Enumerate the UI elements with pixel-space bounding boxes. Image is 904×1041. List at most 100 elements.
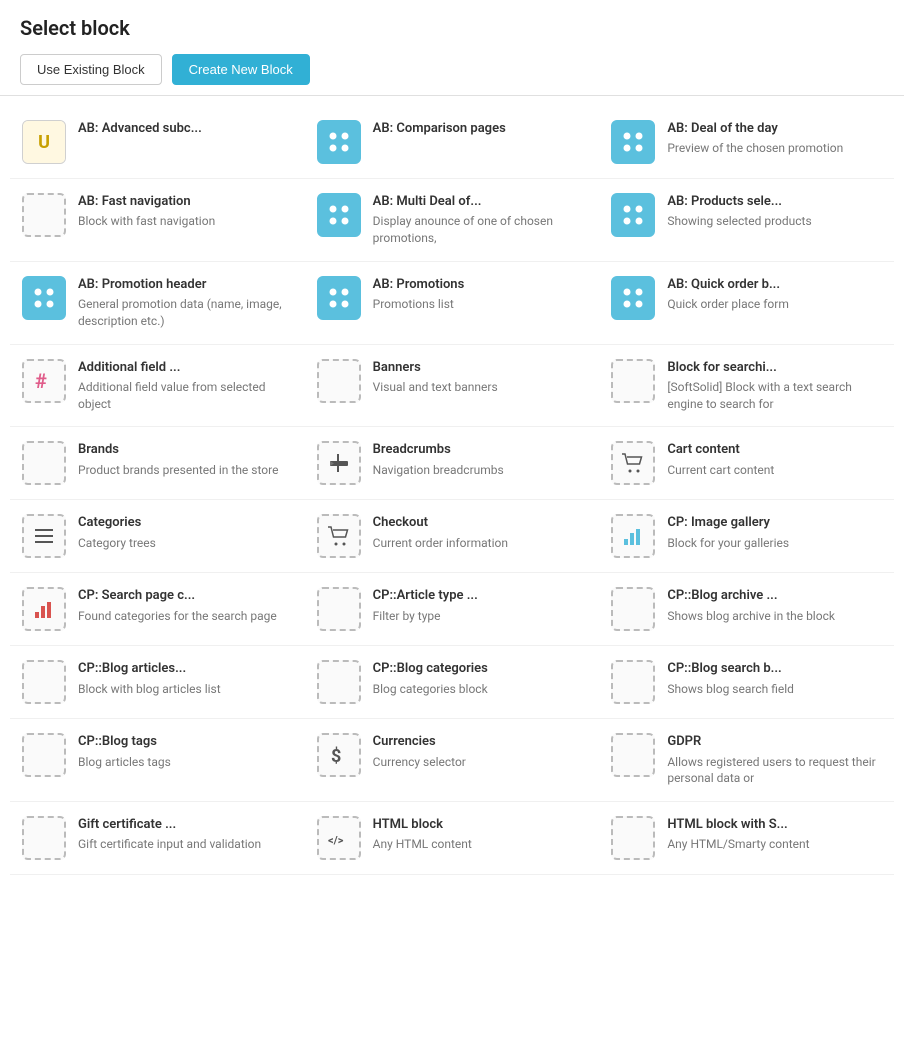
block-desc-cp-blog-search: Shows blog search field bbox=[667, 681, 794, 698]
block-icon-ab-quick-order bbox=[611, 276, 655, 320]
block-item-ab-quick-order[interactable]: AB: Quick order b... Quick order place f… bbox=[599, 262, 894, 345]
svg-text:</>: </> bbox=[328, 834, 344, 847]
block-item-ab-promo-header[interactable]: AB: Promotion header General promotion d… bbox=[10, 262, 305, 345]
block-icon-ab-advanced: U bbox=[22, 120, 66, 164]
block-icon-gdpr bbox=[611, 733, 655, 777]
block-name-cart-content: Cart content bbox=[667, 441, 774, 459]
block-item-brands[interactable]: Brands Product brands presented in the s… bbox=[10, 427, 305, 500]
block-desc-brands: Product brands presented in the store bbox=[78, 462, 278, 479]
block-desc-currencies: Currency selector bbox=[373, 754, 466, 771]
use-existing-button[interactable]: Use Existing Block bbox=[20, 54, 162, 85]
blocks-grid: U AB: Advanced subc... AB: Comparison pa… bbox=[0, 96, 904, 885]
block-item-cart-content[interactable]: Cart content Current cart content bbox=[599, 427, 894, 500]
svg-text:#: # bbox=[35, 369, 47, 393]
block-name-categories: Categories bbox=[78, 514, 156, 532]
block-desc-ab-products: Showing selected products bbox=[667, 213, 811, 230]
block-icon-html-block-smarty bbox=[611, 816, 655, 860]
block-desc-cp-blog-archive: Shows blog archive in the block bbox=[667, 608, 835, 625]
block-name-ab-fast-nav: AB: Fast navigation bbox=[78, 193, 215, 211]
block-name-currencies: Currencies bbox=[373, 733, 466, 751]
block-name-html-block-smarty: HTML block with S... bbox=[667, 816, 809, 834]
block-item-html-block[interactable]: </> HTML block Any HTML content bbox=[305, 802, 600, 875]
block-item-cp-article-type[interactable]: CP::Article type ... Filter by type bbox=[305, 573, 600, 646]
block-icon-cp-article-type bbox=[317, 587, 361, 631]
block-item-ab-fast-nav[interactable]: AB: Fast navigation Block with fast navi… bbox=[10, 179, 305, 262]
block-desc-cp-blog-categories: Blog categories block bbox=[373, 681, 488, 698]
block-icon-banners bbox=[317, 359, 361, 403]
block-item-categories[interactable]: Categories Category trees bbox=[10, 500, 305, 573]
block-name-ab-multi-deal: AB: Multi Deal of... bbox=[373, 193, 588, 211]
page-header: Select block Use Existing Block Create N… bbox=[0, 0, 904, 96]
block-item-cp-image-gallery[interactable]: CP: Image gallery Block for your galleri… bbox=[599, 500, 894, 573]
block-icon-brands bbox=[22, 441, 66, 485]
block-desc-breadcrumbs: Navigation breadcrumbs bbox=[373, 462, 504, 479]
block-name-gift-certificate: Gift certificate ... bbox=[78, 816, 261, 834]
block-name-ab-deal: AB: Deal of the day bbox=[667, 120, 843, 138]
block-name-cp-blog-articles: CP::Blog articles... bbox=[78, 660, 221, 678]
block-desc-ab-promo-header: General promotion data (name, image, des… bbox=[78, 296, 293, 330]
block-item-ab-promotions[interactable]: AB: Promotions Promotions list bbox=[305, 262, 600, 345]
block-icon-checkout bbox=[317, 514, 361, 558]
block-desc-cp-blog-articles: Block with blog articles list bbox=[78, 681, 221, 698]
block-icon-cp-image-gallery bbox=[611, 514, 655, 558]
block-item-gdpr[interactable]: GDPR Allows registered users to request … bbox=[599, 719, 894, 802]
block-icon-ab-deal bbox=[611, 120, 655, 164]
block-desc-cp-article-type: Filter by type bbox=[373, 608, 478, 625]
block-item-ab-products[interactable]: AB: Products sele... Showing selected pr… bbox=[599, 179, 894, 262]
block-item-breadcrumbs[interactable]: Breadcrumbs Navigation breadcrumbs bbox=[305, 427, 600, 500]
block-desc-block-search: [SoftSolid] Block with a text search eng… bbox=[667, 379, 882, 413]
block-icon-ab-promo-header bbox=[22, 276, 66, 320]
block-desc-ab-deal: Preview of the chosen promotion bbox=[667, 140, 843, 157]
block-desc-banners: Visual and text banners bbox=[373, 379, 498, 396]
block-icon-breadcrumbs bbox=[317, 441, 361, 485]
block-icon-ab-products bbox=[611, 193, 655, 237]
block-item-cp-search-page[interactable]: CP: Search page c... Found categories fo… bbox=[10, 573, 305, 646]
block-item-additional-field[interactable]: # Additional field ... Additional field … bbox=[10, 345, 305, 428]
block-item-cp-blog-search[interactable]: CP::Blog search b... Shows blog search f… bbox=[599, 646, 894, 719]
block-item-ab-deal[interactable]: AB: Deal of the day Preview of the chose… bbox=[599, 106, 894, 179]
block-item-checkout[interactable]: Checkout Current order information bbox=[305, 500, 600, 573]
block-name-cp-article-type: CP::Article type ... bbox=[373, 587, 478, 605]
block-icon-cart-content bbox=[611, 441, 655, 485]
block-desc-ab-multi-deal: Display anounce of one of chosen promoti… bbox=[373, 213, 588, 247]
block-desc-ab-quick-order: Quick order place form bbox=[667, 296, 789, 313]
block-desc-cp-blog-tags: Blog articles tags bbox=[78, 754, 171, 771]
block-desc-cp-image-gallery: Block for your galleries bbox=[667, 535, 789, 552]
block-item-ab-advanced[interactable]: U AB: Advanced subc... bbox=[10, 106, 305, 179]
block-desc-checkout: Current order information bbox=[373, 535, 508, 552]
block-desc-cart-content: Current cart content bbox=[667, 462, 774, 479]
block-item-block-search[interactable]: Block for searchi... [SoftSolid] Block w… bbox=[599, 345, 894, 428]
block-name-additional-field: Additional field ... bbox=[78, 359, 293, 377]
svg-text:$: $ bbox=[331, 746, 341, 767]
block-item-ab-multi-deal[interactable]: AB: Multi Deal of... Display anounce of … bbox=[305, 179, 600, 262]
block-icon-cp-blog-categories bbox=[317, 660, 361, 704]
block-item-cp-blog-archive[interactable]: CP::Blog archive ... Shows blog archive … bbox=[599, 573, 894, 646]
block-item-cp-blog-tags[interactable]: CP::Blog tags Blog articles tags bbox=[10, 719, 305, 802]
block-item-banners[interactable]: Banners Visual and text banners bbox=[305, 345, 600, 428]
block-icon-currencies: $ bbox=[317, 733, 361, 777]
block-desc-gdpr: Allows registered users to request their… bbox=[667, 754, 882, 788]
block-icon-cp-blog-tags bbox=[22, 733, 66, 777]
block-name-cp-blog-tags: CP::Blog tags bbox=[78, 733, 171, 751]
block-icon-ab-fast-nav bbox=[22, 193, 66, 237]
block-name-cp-blog-archive: CP::Blog archive ... bbox=[667, 587, 835, 605]
block-item-cp-blog-categories[interactable]: CP::Blog categories Blog categories bloc… bbox=[305, 646, 600, 719]
block-icon-gift-certificate bbox=[22, 816, 66, 860]
block-item-currencies[interactable]: $ Currencies Currency selector bbox=[305, 719, 600, 802]
block-icon-html-block: </> bbox=[317, 816, 361, 860]
block-item-cp-blog-articles[interactable]: CP::Blog articles... Block with blog art… bbox=[10, 646, 305, 719]
block-desc-categories: Category trees bbox=[78, 535, 156, 552]
block-name-ab-promotions: AB: Promotions bbox=[373, 276, 465, 294]
block-item-ab-comparison[interactable]: AB: Comparison pages bbox=[305, 106, 600, 179]
block-desc-gift-certificate: Gift certificate input and validation bbox=[78, 836, 261, 853]
block-name-ab-products: AB: Products sele... bbox=[667, 193, 811, 211]
block-desc-html-block-smarty: Any HTML/Smarty content bbox=[667, 836, 809, 853]
block-item-html-block-smarty[interactable]: HTML block with S... Any HTML/Smarty con… bbox=[599, 802, 894, 875]
block-item-gift-certificate[interactable]: Gift certificate ... Gift certificate in… bbox=[10, 802, 305, 875]
create-new-button[interactable]: Create New Block bbox=[172, 54, 310, 85]
block-name-banners: Banners bbox=[373, 359, 498, 377]
block-icon-cp-search-page bbox=[22, 587, 66, 631]
block-name-ab-comparison: AB: Comparison pages bbox=[373, 120, 506, 138]
block-name-ab-advanced: AB: Advanced subc... bbox=[78, 120, 202, 138]
block-icon-additional-field: # bbox=[22, 359, 66, 403]
